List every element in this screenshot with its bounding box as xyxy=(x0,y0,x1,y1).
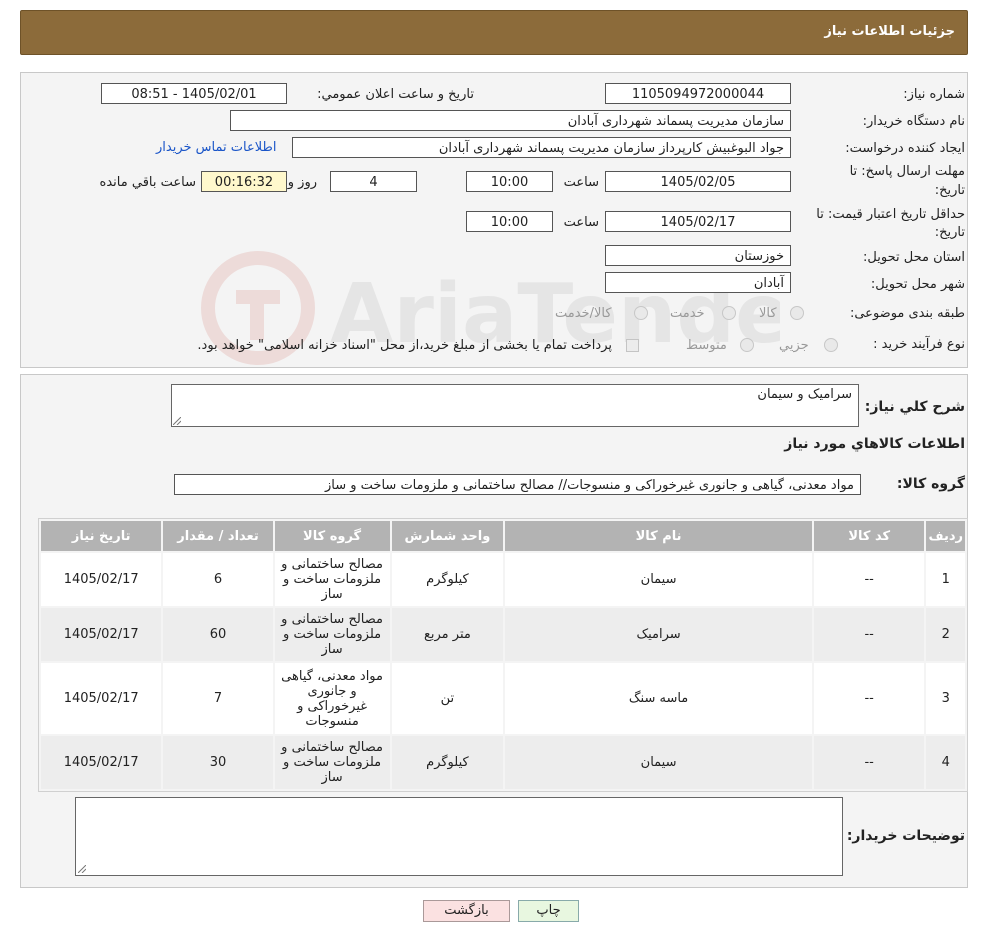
validity-date-field: 1405/02/17 xyxy=(605,211,791,232)
validity-time-field: 10:00 xyxy=(466,211,553,232)
cell-group: مواد معدنی، گیاهی و جانوری غیرخوراکی و م… xyxy=(272,661,392,736)
table-row: 3 -- ماسه سنگ تن مواد معدنی، گیاهی و جان… xyxy=(38,661,967,736)
back-button[interactable]: بازگشت xyxy=(423,900,510,922)
days-remaining-field: 4 xyxy=(330,171,417,192)
remaining-time-field: 00:16:32 xyxy=(201,171,287,192)
table-row: 1 -- سیمان کیلوگرم مصالح ساختمانی و ملزو… xyxy=(38,551,967,608)
items-section-title: اطلاعات کالاهاي مورد نیاز xyxy=(784,436,965,452)
col-quantity: تعداد / مقدار xyxy=(161,519,275,553)
cell-unit: کیلوگرم xyxy=(389,734,506,791)
province-label: استان محل تحویل: xyxy=(863,250,965,265)
buyer-notes-textarea[interactable] xyxy=(75,797,843,876)
validity-label: حداقل تاریخ اعتبار قیمت: تا xyxy=(816,207,965,222)
col-need-date: تاریخ نیاز xyxy=(38,519,164,553)
resize-handle-icon[interactable] xyxy=(173,417,181,425)
need-number-label: شماره نیاز: xyxy=(903,87,965,102)
items-table-wrap: ردیف کد کالا نام کالا واحد شمارش گروه کا… xyxy=(38,518,968,792)
announce-label: تاریخ و ساعت اعلان عمومي: xyxy=(317,87,474,102)
print-button[interactable]: چاپ xyxy=(518,900,579,922)
cell-need-date: 1405/02/17 xyxy=(38,551,164,608)
treasury-docs-checkbox[interactable] xyxy=(626,339,639,352)
city-field: آبادان xyxy=(605,272,791,293)
cell-quantity: 30 xyxy=(161,734,275,791)
col-row: ردیف xyxy=(924,519,967,553)
validity-label-date: تاریخ: xyxy=(934,225,965,240)
process-minor-radio[interactable] xyxy=(824,338,838,352)
cell-name: سیمان xyxy=(503,551,814,608)
col-group: گروه کالا xyxy=(272,519,392,553)
cell-group: مصالح ساختمانی و ملزومات ساخت و ساز xyxy=(272,606,392,663)
cell-code: -- xyxy=(811,661,927,736)
cell-code: -- xyxy=(811,551,927,608)
deadline-time-field: 10:00 xyxy=(466,171,553,192)
col-name: نام کالا xyxy=(503,519,814,553)
category-label: طبقه بندی موضوعی: xyxy=(849,306,965,321)
deadline-hour-label: ساعت xyxy=(563,175,599,190)
cell-quantity: 60 xyxy=(161,606,275,663)
city-label: شهر محل تحویل: xyxy=(870,277,965,292)
process-medium-label: متوسط xyxy=(686,338,727,353)
deadline-date-field: 1405/02/05 xyxy=(605,171,791,192)
notes-resize-handle-icon[interactable] xyxy=(78,865,86,873)
process-type-label: نوع فرآیند خرید : xyxy=(873,337,965,352)
cell-need-date: 1405/02/17 xyxy=(38,661,164,736)
cell-row: 1 xyxy=(924,551,967,608)
buyer-org-label: نام دستگاه خریدار: xyxy=(862,114,965,129)
announce-datetime-field: 1405/02/01 - 08:51 xyxy=(101,83,287,104)
province-field: خوزستان xyxy=(605,245,791,266)
page-header: جزئیات اطلاعات نیاز xyxy=(20,10,968,55)
buyer-contact-link[interactable]: اطلاعات تماس خریدار xyxy=(156,140,276,155)
process-medium-radio[interactable] xyxy=(740,338,754,352)
treasury-docs-note: پرداخت تمام یا بخشی از مبلغ خرید،از محل … xyxy=(197,338,612,353)
cell-group: مصالح ساختمانی و ملزومات ساخت و ساز xyxy=(272,551,392,608)
cell-unit: کیلوگرم xyxy=(389,551,506,608)
category-service-radio[interactable] xyxy=(722,306,736,320)
items-table-header: ردیف کد کالا نام کالا واحد شمارش گروه کا… xyxy=(38,519,967,553)
cell-name: سیمان xyxy=(503,734,814,791)
cell-quantity: 6 xyxy=(161,551,275,608)
cell-row: 4 xyxy=(924,734,967,791)
deadline-label: مهلت ارسال پاسخ: تا xyxy=(849,164,965,179)
category-goods-radio[interactable] xyxy=(790,306,804,320)
items-table: ردیف کد کالا نام کالا واحد شمارش گروه کا… xyxy=(38,519,967,791)
process-minor-label: جزيي xyxy=(779,338,809,353)
page-title: جزئیات اطلاعات نیاز xyxy=(824,24,955,39)
col-unit: واحد شمارش xyxy=(389,519,506,553)
col-code: کد کالا xyxy=(811,519,927,553)
category-goods-label: کالا xyxy=(759,306,777,321)
cell-code: -- xyxy=(811,606,927,663)
category-service-label: خدمت xyxy=(670,306,705,321)
category-goods-service-radio[interactable] xyxy=(634,306,648,320)
table-row: 4 -- سیمان کیلوگرم مصالح ساختمانی و ملزو… xyxy=(38,734,967,791)
goods-group-field: مواد معدنی، گیاهی و جانوری غیرخوراکی و م… xyxy=(174,474,861,495)
description-label: شرح کلي نیاز: xyxy=(864,399,965,415)
requester-field: جواد البوغبیش کارپرداز سازمان مدیریت پسم… xyxy=(292,137,791,158)
cell-row: 3 xyxy=(924,661,967,736)
goods-group-label: گروه کالا: xyxy=(896,476,965,492)
cell-group: مصالح ساختمانی و ملزومات ساخت و ساز xyxy=(272,734,392,791)
cell-need-date: 1405/02/17 xyxy=(38,606,164,663)
cell-unit: تن xyxy=(389,661,506,736)
description-textarea[interactable]: سرامیک و سیمان xyxy=(171,384,859,427)
cell-name: ماسه سنگ xyxy=(503,661,814,736)
category-goods-service-label: کالا/خدمت xyxy=(555,306,612,321)
need-number-field: 1105094972000044 xyxy=(605,83,791,104)
table-row: 2 -- سرامیک متر مربع مصالح ساختمانی و مل… xyxy=(38,606,967,663)
cell-need-date: 1405/02/17 xyxy=(38,734,164,791)
cell-row: 2 xyxy=(924,606,967,663)
cell-quantity: 7 xyxy=(161,661,275,736)
cell-name: سرامیک xyxy=(503,606,814,663)
deadline-label-date: تاریخ: xyxy=(934,183,965,198)
cell-code: -- xyxy=(811,734,927,791)
requester-label: ایجاد کننده درخواست: xyxy=(845,141,965,156)
remaining-time-label: ساعت باقي مانده xyxy=(99,175,196,190)
buyer-org-field: سازمان مدیریت پسماند شهرداری آبادان xyxy=(230,110,791,131)
validity-hour-label: ساعت xyxy=(563,215,599,230)
buyer-notes-label: توضیحات خریدار: xyxy=(846,828,965,844)
cell-unit: متر مربع xyxy=(389,606,506,663)
days-label: روز و xyxy=(287,175,317,190)
